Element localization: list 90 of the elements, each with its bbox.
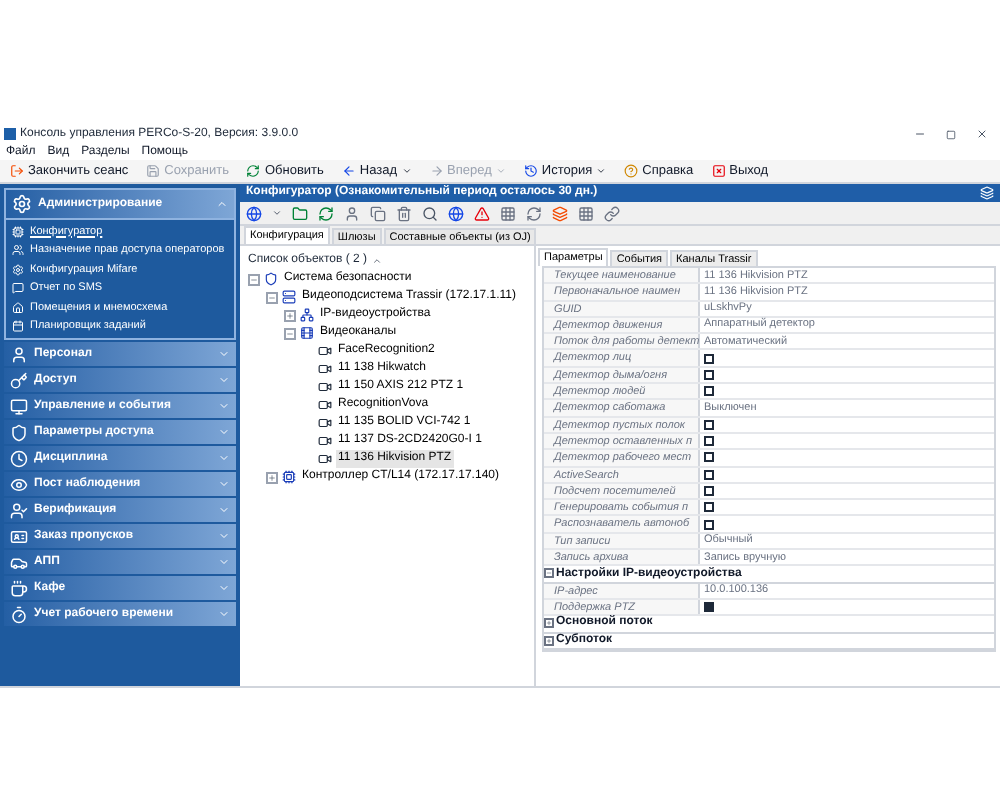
history-icon (523, 164, 538, 178)
chevron-down-icon (218, 348, 230, 360)
key-icon (10, 371, 28, 389)
chevron-down-icon (218, 556, 230, 568)
alert-icon[interactable] (474, 205, 490, 221)
chip-icon (12, 225, 24, 238)
checkbox[interactable] (704, 419, 714, 430)
checkbox[interactable] (704, 469, 714, 480)
timer-icon (10, 605, 28, 623)
camera-icon (318, 380, 332, 394)
folder-icon[interactable] (292, 205, 308, 221)
expand-icon[interactable] (544, 618, 554, 629)
person-icon[interactable] (344, 205, 360, 221)
expand-icon[interactable] (284, 309, 296, 321)
collapse-icon[interactable] (544, 568, 554, 579)
expand-icon[interactable] (544, 635, 554, 646)
checkbox[interactable] (704, 486, 714, 496)
app-logo-icon (4, 128, 16, 140)
forward-arrow-icon (429, 164, 444, 178)
shield-icon (264, 272, 278, 286)
chevron-down-icon (218, 608, 230, 620)
shield-icon (10, 423, 28, 441)
film-icon (300, 326, 314, 340)
chevron-down-icon (218, 504, 230, 516)
camera-icon (318, 452, 332, 466)
checkbox[interactable] (704, 519, 714, 530)
network-icon (300, 308, 314, 322)
chevron-down-icon (218, 530, 230, 542)
copy-icon[interactable] (370, 205, 386, 221)
checkbox[interactable] (704, 502, 714, 513)
clock-icon (10, 449, 28, 467)
chevron-down-icon (218, 452, 230, 464)
globe-icon[interactable] (246, 205, 262, 221)
logout-icon (10, 164, 24, 178)
chevron-up-icon[interactable] (371, 256, 382, 266)
chevron-up-icon (216, 198, 228, 210)
search-icon[interactable] (422, 205, 438, 221)
collapse-icon[interactable] (248, 273, 260, 285)
checkbox[interactable] (704, 602, 714, 613)
home-icon (12, 301, 24, 314)
grid-icon[interactable] (500, 205, 516, 221)
person-check-icon (10, 501, 28, 519)
camera-icon (318, 434, 332, 448)
collapse-icon[interactable] (266, 291, 278, 303)
camera-icon (318, 362, 332, 376)
gear-icon (12, 263, 24, 276)
car-icon (10, 553, 28, 571)
layers-icon[interactable] (552, 205, 568, 221)
message-icon (12, 282, 24, 295)
camera-icon (318, 344, 332, 358)
checkbox[interactable] (704, 452, 714, 463)
monitor-icon (10, 397, 28, 415)
link-icon[interactable] (604, 205, 620, 221)
exit-icon (711, 164, 726, 178)
chevron-down-icon (218, 374, 230, 386)
server-icon (282, 290, 296, 304)
minimize-icon[interactable] (914, 128, 926, 140)
checkbox[interactable] (704, 436, 714, 447)
expand-icon[interactable] (266, 471, 278, 483)
maximize-icon[interactable] (946, 129, 956, 139)
refresh-icon (246, 164, 261, 178)
users-icon (12, 244, 24, 257)
checkbox[interactable] (704, 353, 714, 364)
caret-icon[interactable] (272, 208, 282, 218)
eye-icon (10, 475, 28, 493)
calendar-icon (12, 320, 24, 333)
chevron-down-icon (218, 400, 230, 412)
help-icon (624, 164, 639, 178)
cup-icon (10, 579, 28, 597)
chevron-down-icon (218, 478, 230, 490)
windows-icon[interactable] (980, 186, 994, 200)
close-icon[interactable] (976, 128, 988, 140)
person-icon (10, 345, 28, 363)
id-card-icon (10, 527, 28, 545)
collapse-icon[interactable] (284, 327, 296, 339)
controller-icon (282, 470, 296, 484)
checkbox[interactable] (704, 369, 714, 380)
gear-icon (12, 194, 32, 214)
save-icon (146, 164, 161, 178)
delete-icon[interactable] (396, 205, 412, 221)
chevron-down-icon (218, 426, 230, 438)
camera-icon (318, 416, 332, 430)
chevron-down-icon (218, 582, 230, 594)
back-arrow-icon (341, 164, 356, 178)
grid-icon[interactable] (578, 205, 594, 221)
refresh-icon[interactable] (526, 205, 542, 221)
refresh-icon[interactable] (318, 205, 334, 221)
globe-icon[interactable] (448, 205, 464, 221)
camera-icon (318, 398, 332, 412)
checkbox[interactable] (704, 386, 714, 397)
